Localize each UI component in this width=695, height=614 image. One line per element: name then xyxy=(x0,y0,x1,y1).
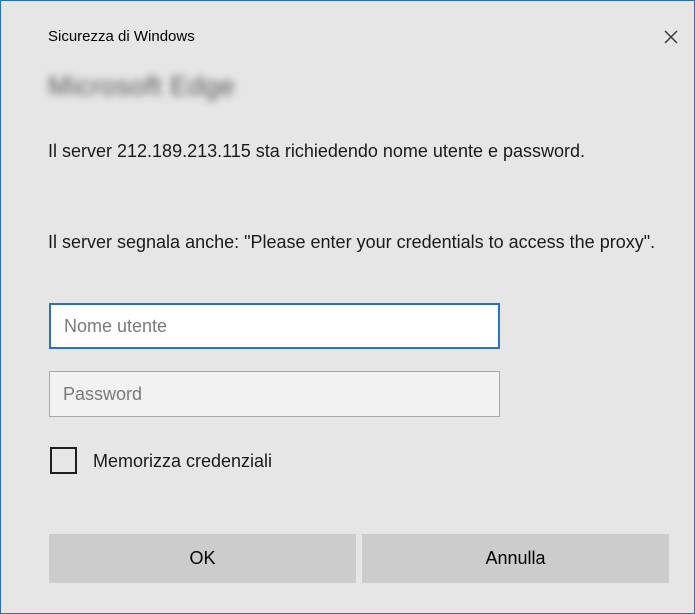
username-input[interactable] xyxy=(49,303,500,349)
credential-dialog: Sicurezza di Windows Microsoft Edge Il s… xyxy=(0,0,695,614)
close-icon xyxy=(664,30,678,44)
server-extra-message: Il server segnala anche: "Please enter y… xyxy=(48,232,656,252)
password-input[interactable] xyxy=(49,371,500,417)
server-message: Il server 212.189.213.115 sta richiedend… xyxy=(48,141,586,161)
remember-credentials-label[interactable]: Memorizza credenziali xyxy=(93,451,272,472)
dialog-title: Sicurezza di Windows xyxy=(48,28,195,45)
remember-credentials-checkbox[interactable] xyxy=(50,447,77,474)
close-button[interactable] xyxy=(653,21,689,53)
cancel-button[interactable]: Annulla xyxy=(362,534,669,583)
ok-button[interactable]: OK xyxy=(49,534,356,583)
app-name: Microsoft Edge xyxy=(48,71,236,101)
